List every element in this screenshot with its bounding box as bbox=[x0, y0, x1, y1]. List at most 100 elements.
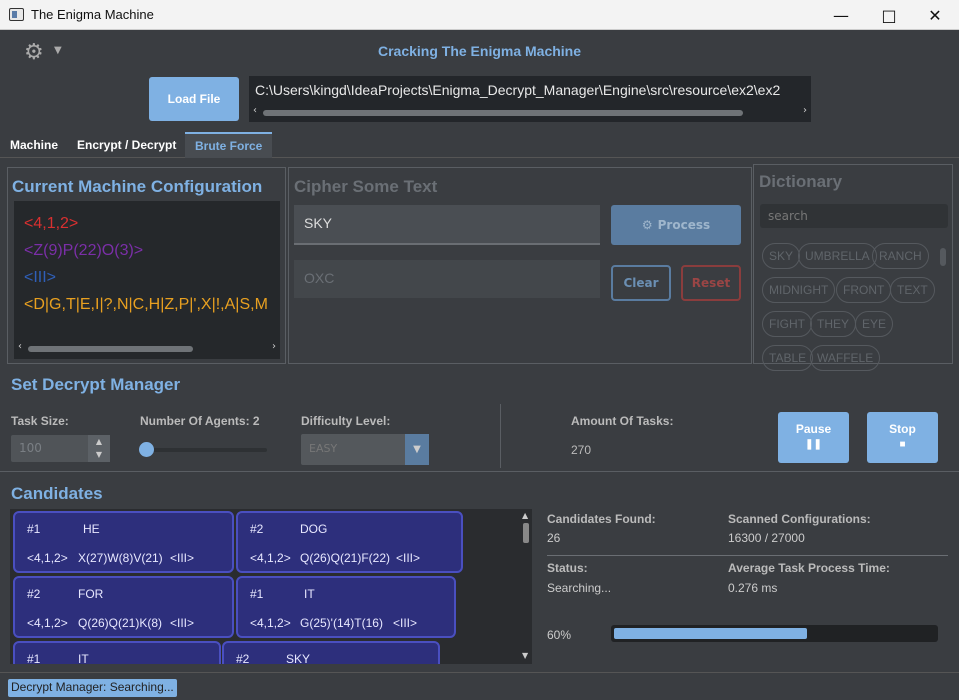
config-scrollbar[interactable]: ‹ › bbox=[18, 341, 276, 354]
dictionary-search-input[interactable]: search bbox=[760, 204, 948, 228]
slider-knob[interactable] bbox=[139, 442, 154, 457]
tab-bar: Machine Encrypt / Decrypt Brute Force bbox=[0, 132, 959, 158]
divider bbox=[547, 555, 948, 556]
avg-time-value: 0.276 ms bbox=[728, 581, 778, 595]
candidate-card[interactable]: #2 FOR <4,1,2> Q(26)Q(21)K(8) <III> bbox=[13, 576, 234, 638]
pause-button[interactable]: Pause ❚❚ bbox=[778, 412, 849, 463]
agents-label: Number Of Agents: 2 bbox=[140, 414, 260, 428]
dictionary-panel: Dictionary search SKY UMBRELLA RANCH MID… bbox=[753, 164, 953, 371]
stop-label: Stop bbox=[889, 422, 916, 436]
candidate-positions: <4,1,2> bbox=[27, 616, 68, 630]
dictionary-word[interactable]: SKY bbox=[762, 243, 801, 269]
candidate-card[interactable]: #1 IT bbox=[13, 641, 221, 664]
candidate-id: #1 bbox=[27, 522, 41, 536]
app-icon bbox=[9, 8, 24, 21]
candidates-list[interactable]: #1 HE <4,1,2> X(27)W(8)V(21) <III> #2 DO… bbox=[10, 509, 532, 664]
title-bar: The Enigma Machine — □ ✕ bbox=[0, 0, 959, 30]
scroll-right-icon[interactable]: › bbox=[803, 105, 807, 116]
scroll-left-icon[interactable]: ‹ bbox=[18, 341, 22, 352]
decrypt-manager-settings: Set Decrypt Manager Task Size: 100 ▲ ▼ N… bbox=[0, 367, 959, 472]
scroll-right-icon[interactable]: › bbox=[272, 341, 276, 352]
reset-button[interactable]: Reset bbox=[681, 265, 741, 301]
candidate-reflector: <III> bbox=[396, 551, 421, 565]
candidate-positions: <4,1,2> bbox=[250, 551, 291, 565]
progress-bar bbox=[611, 625, 938, 642]
dictionary-word[interactable]: MIDNIGHT bbox=[762, 277, 836, 303]
scanned-label: Scanned Configurations: bbox=[728, 512, 871, 526]
config-plugboard: <D|G,T|E,I|?,N|C,H|Z,P|',X|!,A|S,M bbox=[24, 296, 268, 313]
candidate-reflector: <III> bbox=[170, 616, 195, 630]
scroll-down-icon[interactable]: ▼ bbox=[522, 651, 528, 660]
scroll-thumb[interactable] bbox=[523, 523, 529, 543]
dictionary-scrollbar[interactable] bbox=[938, 238, 948, 360]
candidate-rotors: Q(26)Q(21)F(22) bbox=[300, 551, 391, 565]
scroll-up-icon[interactable]: ▲ bbox=[522, 511, 528, 520]
spinner-up-icon[interactable]: ▲ bbox=[88, 435, 110, 448]
close-icon[interactable]: ✕ bbox=[912, 0, 958, 30]
candidate-rotors: Q(26)Q(21)K(8) bbox=[78, 616, 163, 630]
candidate-id: #2 bbox=[27, 587, 41, 601]
dictionary-word[interactable]: RANCH bbox=[872, 243, 929, 269]
candidate-positions: <4,1,2> bbox=[250, 616, 291, 630]
candidate-word: IT bbox=[304, 587, 315, 601]
scroll-thumb[interactable] bbox=[263, 110, 743, 116]
clear-button[interactable]: Clear bbox=[611, 265, 671, 301]
dictionary-word[interactable]: EYE bbox=[855, 311, 894, 337]
candidate-word: DOG bbox=[300, 522, 328, 536]
dictionary-word[interactable]: UMBRELLA bbox=[798, 243, 877, 269]
dictionary-word[interactable]: FIGHT bbox=[762, 311, 812, 337]
minimize-icon[interactable]: — bbox=[818, 0, 864, 30]
chevron-down-icon[interactable]: ▼ bbox=[405, 434, 429, 465]
machine-config-panel: Current Machine Configuration <4,1,2> <Z… bbox=[7, 167, 286, 364]
candidate-reflector: <III> bbox=[393, 616, 418, 630]
file-path-field[interactable]: C:\Users\kingd\IdeaProjects\Enigma_Decry… bbox=[249, 76, 811, 122]
task-size-spinner[interactable]: 100 ▲ ▼ bbox=[11, 435, 110, 462]
status-bar: Decrypt Manager: Searching... bbox=[0, 672, 959, 700]
dictionary-word[interactable]: TEXT bbox=[890, 277, 935, 303]
tab-brute-force[interactable]: Brute Force bbox=[185, 132, 273, 158]
file-path-scrollbar[interactable]: ‹ › bbox=[253, 105, 807, 118]
candidate-card[interactable]: #2 DOG <4,1,2> Q(26)Q(21)F(22) <III> bbox=[236, 511, 463, 573]
candidate-word: SKY bbox=[286, 652, 311, 664]
candidate-id: #2 bbox=[250, 522, 264, 536]
process-button[interactable]: ⚙ Process bbox=[611, 205, 741, 245]
candidate-rotors: X(27)W(8)V(21) bbox=[78, 551, 163, 565]
scroll-thumb[interactable] bbox=[28, 346, 193, 352]
tab-encrypt-decrypt[interactable]: Encrypt / Decrypt bbox=[67, 132, 186, 158]
agents-slider[interactable] bbox=[139, 442, 267, 457]
amount-of-tasks-label: Amount Of Tasks: bbox=[571, 414, 674, 428]
candidate-word: IT bbox=[78, 652, 89, 664]
candidate-card[interactable]: #1 HE <4,1,2> X(27)W(8)V(21) <III> bbox=[13, 511, 234, 573]
dictionary-word[interactable]: FRONT bbox=[836, 277, 892, 303]
tab-machine[interactable]: Machine bbox=[0, 132, 68, 158]
load-file-button[interactable]: Load File bbox=[149, 77, 239, 121]
cipher-input[interactable]: SKY bbox=[294, 205, 600, 245]
dictionary-word[interactable]: THEY bbox=[810, 311, 857, 337]
candidate-rotors: G(25)'(14)T(16) bbox=[300, 616, 383, 630]
window-title: The Enigma Machine bbox=[31, 7, 154, 22]
candidate-id: #1 bbox=[250, 587, 264, 601]
scroll-thumb[interactable] bbox=[940, 248, 946, 266]
difficulty-label: Difficulty Level: bbox=[301, 414, 391, 428]
spinner-buttons[interactable]: ▲ ▼ bbox=[88, 435, 110, 462]
candidate-card[interactable]: #1 IT <4,1,2> G(25)'(14)T(16) <III> bbox=[236, 576, 456, 638]
divider bbox=[500, 404, 501, 468]
candidate-positions: <4,1,2> bbox=[27, 551, 68, 565]
candidate-id: #1 bbox=[27, 652, 41, 664]
candidate-card[interactable]: #2 SKY bbox=[222, 641, 440, 664]
avg-time-label: Average Task Process Time: bbox=[728, 561, 890, 575]
candidates-found-value: 26 bbox=[547, 531, 561, 545]
scroll-left-icon[interactable]: ‹ bbox=[253, 105, 257, 116]
candidates-scrollbar[interactable]: ▲ ▼ bbox=[522, 511, 530, 663]
maximize-icon[interactable]: □ bbox=[866, 0, 912, 30]
difficulty-select[interactable]: EASY ▼ bbox=[301, 434, 429, 465]
app-title: Cracking The Enigma Machine bbox=[377, 43, 582, 59]
config-display: <4,1,2> <Z(9)P(22)O(3)> <III> <D|G,T|E,I… bbox=[14, 201, 280, 359]
dictionary-title: Dictionary bbox=[759, 172, 843, 191]
config-reflector: <III> bbox=[24, 269, 57, 286]
machine-config-title: Current Machine Configuration bbox=[12, 177, 263, 196]
stop-button[interactable]: Stop ■ bbox=[867, 412, 938, 463]
spinner-down-icon[interactable]: ▼ bbox=[88, 448, 110, 461]
scanned-value: 16300 / 27000 bbox=[728, 531, 805, 545]
candidate-id: #2 bbox=[236, 652, 250, 664]
